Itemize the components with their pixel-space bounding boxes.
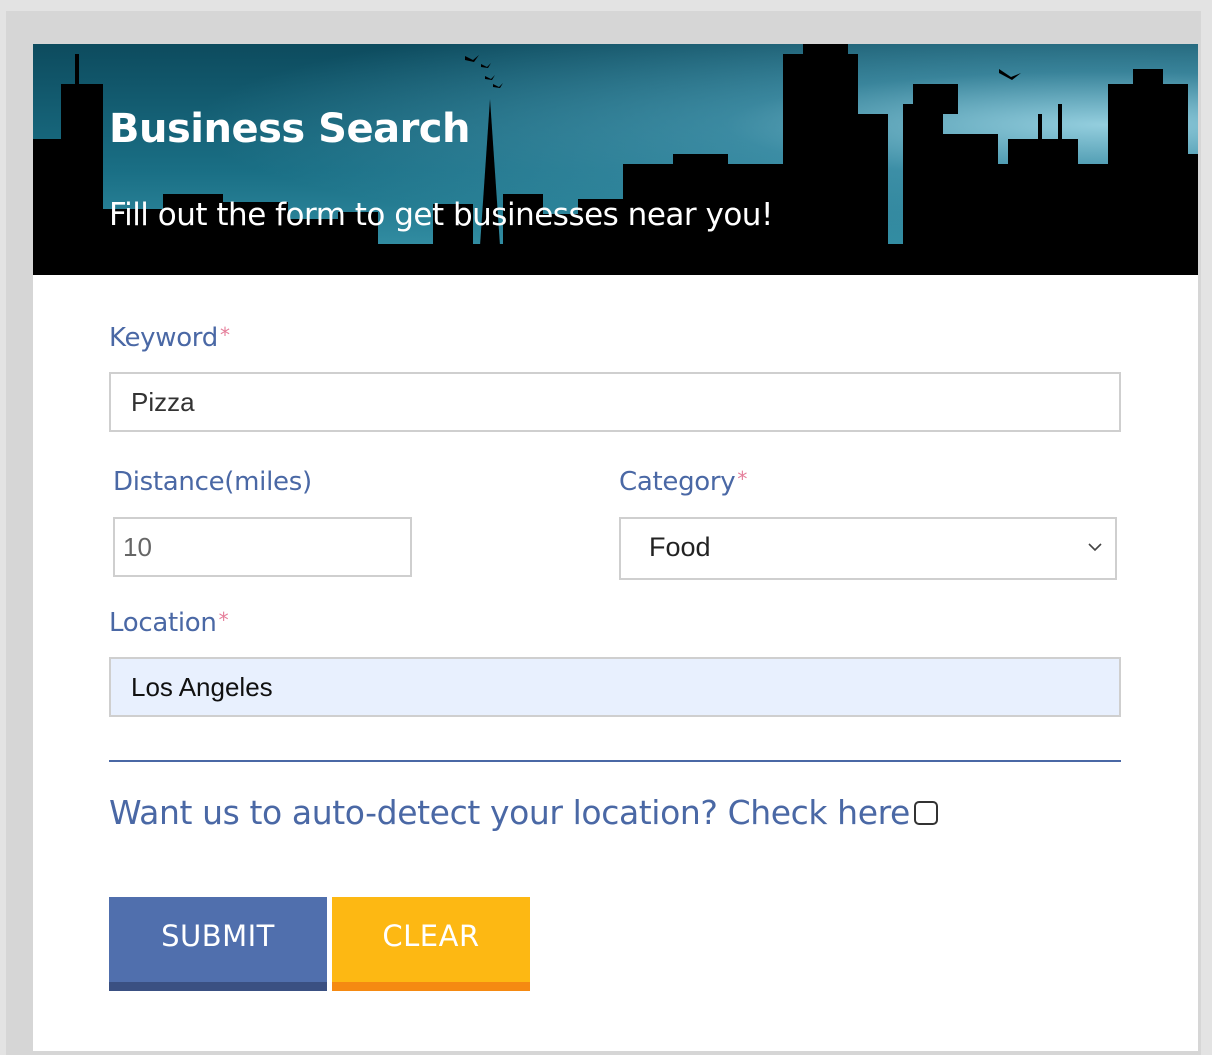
submit-button-label: SUBMIT <box>161 918 275 953</box>
divider <box>109 760 1121 762</box>
clear-button-label: CLEAR <box>382 918 480 953</box>
location-label: Location * <box>109 608 229 638</box>
keyword-label: Keyword * <box>109 323 230 353</box>
category-required-mark: * <box>737 467 748 491</box>
location-label-text: Location <box>109 608 217 638</box>
keyword-required-mark: * <box>219 323 230 347</box>
autodetect-checkbox[interactable] <box>913 800 938 825</box>
page-title: Business Search <box>109 106 470 152</box>
keyword-label-text: Keyword <box>109 323 218 353</box>
search-card: Business Search Fill out the form to get… <box>33 44 1198 1051</box>
page-subtitle: Fill out the form to get businesses near… <box>109 197 773 233</box>
location-required-mark: * <box>218 608 229 632</box>
category-select[interactable]: Food <box>619 517 1117 580</box>
autodetect-row: Want us to auto-detect your location? Ch… <box>109 793 938 832</box>
location-input[interactable] <box>109 657 1121 717</box>
city-skyline-image <box>33 44 1198 275</box>
clear-button[interactable]: CLEAR <box>332 897 530 991</box>
autodetect-label: Want us to auto-detect your location? Ch… <box>109 793 910 832</box>
keyword-input[interactable] <box>109 372 1121 432</box>
distance-input[interactable] <box>113 517 412 577</box>
category-label-text: Category <box>619 467 736 497</box>
distance-label-text: Distance(miles) <box>113 467 312 497</box>
category-selected-value: Food <box>649 532 711 562</box>
header-banner: Business Search Fill out the form to get… <box>33 44 1198 275</box>
category-label: Category * <box>619 467 747 497</box>
page-frame: Business Search Fill out the form to get… <box>6 11 1201 1055</box>
submit-button[interactable]: SUBMIT <box>109 897 327 991</box>
distance-label: Distance(miles) <box>113 467 312 497</box>
chevron-down-icon <box>1088 543 1102 552</box>
